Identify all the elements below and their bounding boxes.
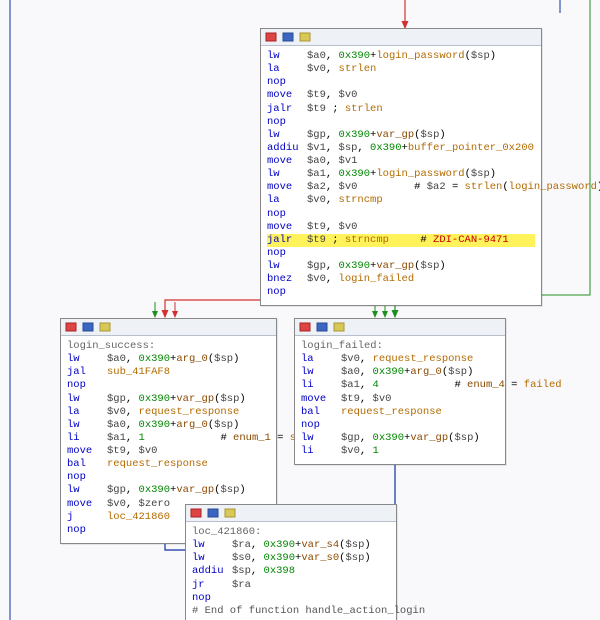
- asm-line[interactable]: balrequest_response: [301, 406, 499, 419]
- block-label: login_success:: [67, 340, 270, 353]
- block-login-failed[interactable]: login_failed:la$v0, request_responselw$a…: [294, 318, 506, 465]
- asm-line[interactable]: jalr$t9 ; strlen: [267, 103, 535, 116]
- block-titlebar: [186, 505, 396, 522]
- asm-line[interactable]: lw$a1, 0x390+login_password($sp): [267, 168, 535, 181]
- asm-line[interactable]: jalr$t9 ; strncmp # ZDI-CAN-9471: [267, 234, 535, 247]
- toggle-icon[interactable]: [81, 321, 95, 333]
- block-label: login_failed:: [301, 340, 499, 353]
- asm-line[interactable]: lw$a0, 0x390+arg_0($sp): [301, 366, 499, 379]
- asm-line[interactable]: lw$ra, 0x390+var_s4($sp): [192, 539, 390, 552]
- breakpoint-icon[interactable]: [298, 321, 312, 333]
- block-body-login-failed: login_failed:la$v0, request_responselw$a…: [295, 336, 505, 464]
- asm-line[interactable]: lw$gp, 0x390+var_gp($sp): [267, 260, 535, 273]
- asm-line[interactable]: jr$ra: [192, 579, 390, 592]
- block-titlebar: [295, 319, 505, 336]
- asm-line[interactable]: addiu$sp, 0x398: [192, 565, 390, 578]
- asm-line[interactable]: lw$gp, 0x390+var_gp($sp): [67, 393, 270, 406]
- asm-line[interactable]: nop: [267, 76, 535, 89]
- asm-line[interactable]: la$v0, strlen: [267, 63, 535, 76]
- breakpoint-icon[interactable]: [189, 507, 203, 519]
- asm-line[interactable]: # End of function handle_action_login: [192, 605, 390, 618]
- asm-line[interactable]: move$t9, $v0: [301, 393, 499, 406]
- asm-line[interactable]: nop: [67, 379, 270, 392]
- asm-line[interactable]: lw$gp, 0x390+var_gp($sp): [67, 484, 270, 497]
- asm-line[interactable]: bnez$v0, login_failed: [267, 273, 535, 286]
- breakpoint-icon[interactable]: [64, 321, 78, 333]
- toggle-icon[interactable]: [315, 321, 329, 333]
- asm-line[interactable]: addiu$v1, $sp, 0x390+buffer_pointer_0x20…: [267, 142, 535, 155]
- asm-line[interactable]: lw$a0, 0x390+login_password($sp): [267, 50, 535, 63]
- block-body-loc-421860: loc_421860:lw$ra, 0x390+var_s4($sp)lw$s0…: [186, 522, 396, 620]
- asm-line[interactable]: lw$a0, 0x390+arg_0($sp): [67, 353, 270, 366]
- asm-line[interactable]: nop: [267, 247, 535, 260]
- asm-line[interactable]: move$t9, $v0: [267, 89, 535, 102]
- toggle-icon[interactable]: [206, 507, 220, 519]
- asm-line[interactable]: nop: [267, 116, 535, 129]
- asm-line[interactable]: lw$s0, 0x390+var_s0($sp): [192, 552, 390, 565]
- asm-line[interactable]: jalsub_41FAF8: [67, 366, 270, 379]
- asm-line[interactable]: nop: [267, 286, 535, 299]
- asm-line[interactable]: lw$gp, 0x390+var_gp($sp): [267, 129, 535, 142]
- asm-line[interactable]: li$v0, 1: [301, 445, 499, 458]
- asm-line[interactable]: lw$gp, 0x390+var_gp($sp): [301, 432, 499, 445]
- toggle-icon[interactable]: [281, 31, 295, 43]
- asm-line[interactable]: move$t9, $v0: [267, 221, 535, 234]
- asm-line[interactable]: move$t9, $v0: [67, 445, 270, 458]
- collapse-icon[interactable]: [98, 321, 112, 333]
- asm-line[interactable]: nop: [67, 471, 270, 484]
- block-titlebar: [61, 319, 276, 336]
- block-body-top: lw$a0, 0x390+login_password($sp)la$v0, s…: [261, 46, 541, 305]
- asm-line[interactable]: li$a1, 1 # enum_1 = success: [67, 432, 270, 445]
- asm-line[interactable]: la$v0, request_response: [67, 406, 270, 419]
- block-label: loc_421860:: [192, 526, 390, 539]
- asm-line[interactable]: move$a2, $v0 # $a2 = strlen(login_passwo…: [267, 181, 535, 194]
- asm-line[interactable]: la$v0, request_response: [301, 353, 499, 366]
- asm-line[interactable]: nop: [301, 419, 499, 432]
- block-top[interactable]: lw$a0, 0x390+login_password($sp)la$v0, s…: [260, 28, 542, 306]
- collapse-icon[interactable]: [332, 321, 346, 333]
- asm-line[interactable]: balrequest_response: [67, 458, 270, 471]
- asm-line[interactable]: nop: [192, 592, 390, 605]
- breakpoint-icon[interactable]: [264, 31, 278, 43]
- collapse-icon[interactable]: [223, 507, 237, 519]
- asm-line[interactable]: la$v0, strncmp: [267, 194, 535, 207]
- asm-line[interactable]: li$a1, 4 # enum_4 = failed: [301, 379, 499, 392]
- asm-line[interactable]: nop: [267, 208, 535, 221]
- block-titlebar: [261, 29, 541, 46]
- asm-line[interactable]: lw$a0, 0x390+arg_0($sp): [67, 419, 270, 432]
- collapse-icon[interactable]: [298, 31, 312, 43]
- asm-line[interactable]: move$a0, $v1: [267, 155, 535, 168]
- block-loc-421860[interactable]: loc_421860:lw$ra, 0x390+var_s4($sp)lw$s0…: [185, 504, 397, 620]
